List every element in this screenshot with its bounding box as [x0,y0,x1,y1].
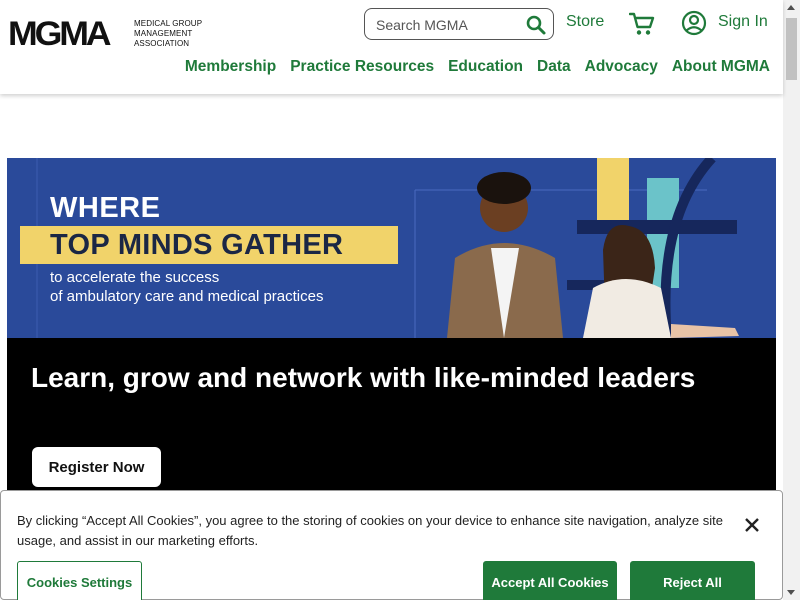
search-input[interactable] [376,15,521,35]
sign-in-link[interactable]: Sign In [718,13,768,31]
page-scrollbar[interactable] [783,0,800,600]
scroll-thumb[interactable] [786,18,797,80]
promo-title: Learn, grow and network with like-minded… [31,362,696,393]
cookies-settings-button[interactable]: Cookies Settings [17,561,142,600]
user-icon[interactable] [681,10,707,36]
logo-text: Medical Group Management Association [134,19,202,48]
search-icon[interactable] [525,14,547,36]
register-now-button[interactable]: Register Now [32,447,161,487]
scroll-up-arrow-icon[interactable] [787,5,795,10]
hero-subtitle-line-2: of ambulatory care and medical practices [50,288,324,305]
hero-heading-highlight: TOP MINDS GATHER [50,229,344,261]
close-icon[interactable] [742,515,762,535]
logo-mark: MGMA [8,15,112,53]
nav-item-about-mgma[interactable]: About MGMA [672,58,770,76]
hero-heading-where: WHERE [50,192,161,224]
cookie-consent-text: By clicking “Accept All Cookies”, you ag… [17,513,723,548]
nav-item-data[interactable]: Data [537,58,571,76]
nav-item-advocacy[interactable]: Advocacy [585,58,658,76]
promo-panel: Learn, grow and network with like-minded… [7,338,776,498]
main-nav: Membership Practice Resources Education … [185,58,770,76]
hero-banner[interactable]: WHERE TOP MINDS GATHER to accelerate the… [7,158,776,338]
nav-item-education[interactable]: Education [448,58,523,76]
page: MGMA Medical Group Management Associatio… [0,0,800,600]
store-link[interactable]: Store [566,13,604,31]
nav-item-practice-resources[interactable]: Practice Resources [290,58,434,76]
search-box [364,8,554,40]
cookie-consent-banner: By clicking “Accept All Cookies”, you ag… [0,490,783,600]
nav-item-membership[interactable]: Membership [185,58,276,76]
reject-all-button[interactable]: Reject All [630,561,755,600]
accept-all-cookies-button[interactable]: Accept All Cookies [483,561,617,600]
hero-subtitle-line-1: to accelerate the success [50,269,220,286]
scroll-down-arrow-icon[interactable] [787,590,795,595]
cart-icon[interactable] [628,11,655,37]
site-header: MGMA Medical Group Management Associatio… [0,0,783,94]
